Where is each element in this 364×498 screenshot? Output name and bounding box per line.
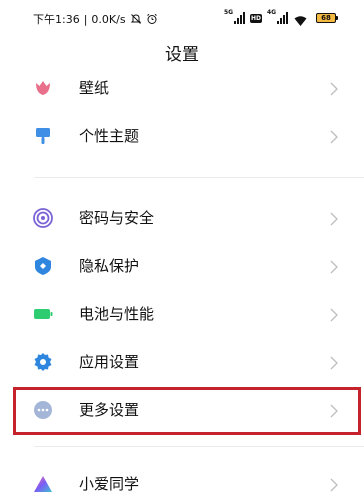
password-security-icon (33, 208, 53, 228)
xiaoai-icon (33, 474, 53, 494)
settings-item-label: 密码与安全 (79, 209, 155, 227)
wifi-icon (294, 12, 307, 26)
chevron-right-icon (330, 477, 338, 492)
battery-icon: 68 (316, 13, 338, 23)
status-separator: | (83, 12, 88, 26)
section-divider (34, 177, 364, 178)
privacy-shield-icon (33, 256, 53, 276)
settings-item-label: 应用设置 (79, 353, 140, 371)
settings-item-label: 电池与性能 (79, 305, 155, 323)
chevron-right-icon (330, 81, 338, 96)
alarm-clock-icon (146, 13, 158, 25)
section-divider (34, 446, 364, 447)
network-tag-4g: 4G (267, 9, 277, 16)
wallpaper-tulip-icon (33, 78, 53, 98)
battery-level: 68 (316, 13, 336, 23)
theme-brush-icon (33, 126, 53, 146)
page-title: 设置 (165, 45, 199, 65)
status-left: 下午1:36 | 0.0K/s (33, 11, 158, 27)
settings-item-app-settings[interactable]: 应用设置 (0, 338, 364, 386)
settings-item-label: 隐私保护 (79, 257, 140, 275)
status-network-speed: 0.0K/s (91, 12, 126, 26)
chevron-right-icon (330, 259, 338, 274)
settings-item-xiaoai[interactable]: 小爱同学 (0, 460, 364, 498)
signal-5g-icon: 5G (224, 9, 245, 24)
settings-item-label: 壁纸 (79, 79, 110, 97)
chevron-right-icon (330, 307, 338, 322)
chevron-right-icon (330, 211, 338, 226)
settings-item-password-security[interactable]: 密码与安全 (0, 194, 364, 242)
chevron-right-icon (330, 355, 338, 370)
settings-item-battery-performance[interactable]: 电池与性能 (0, 290, 364, 338)
app-settings-gear-icon (33, 352, 53, 372)
settings-item-theme[interactable]: 个性主题 (0, 112, 364, 160)
hd-badge: HD (249, 13, 262, 23)
settings-screen: 下午1:36 | 0.0K/s 5G HD 4G 68 设置 壁纸 个性主题 密… (0, 0, 364, 498)
settings-item-label: 个性主题 (79, 127, 140, 145)
settings-item-wallpaper[interactable]: 壁纸 (0, 64, 364, 112)
status-right: 5G HD 4G 68 (224, 9, 338, 26)
highlight-annotation-box (13, 387, 361, 435)
battery-performance-icon (33, 304, 53, 324)
chevron-right-icon (330, 129, 338, 144)
settings-item-privacy[interactable]: 隐私保护 (0, 242, 364, 290)
mute-bell-icon (130, 13, 142, 25)
status-time: 下午1:36 (33, 13, 80, 26)
signal-4g-icon: 4G (267, 9, 288, 24)
settings-item-label: 小爱同学 (79, 475, 140, 493)
status-bar: 下午1:36 | 0.0K/s 5G HD 4G 68 (0, 0, 364, 36)
network-tag-5g: 5G (223, 9, 234, 16)
